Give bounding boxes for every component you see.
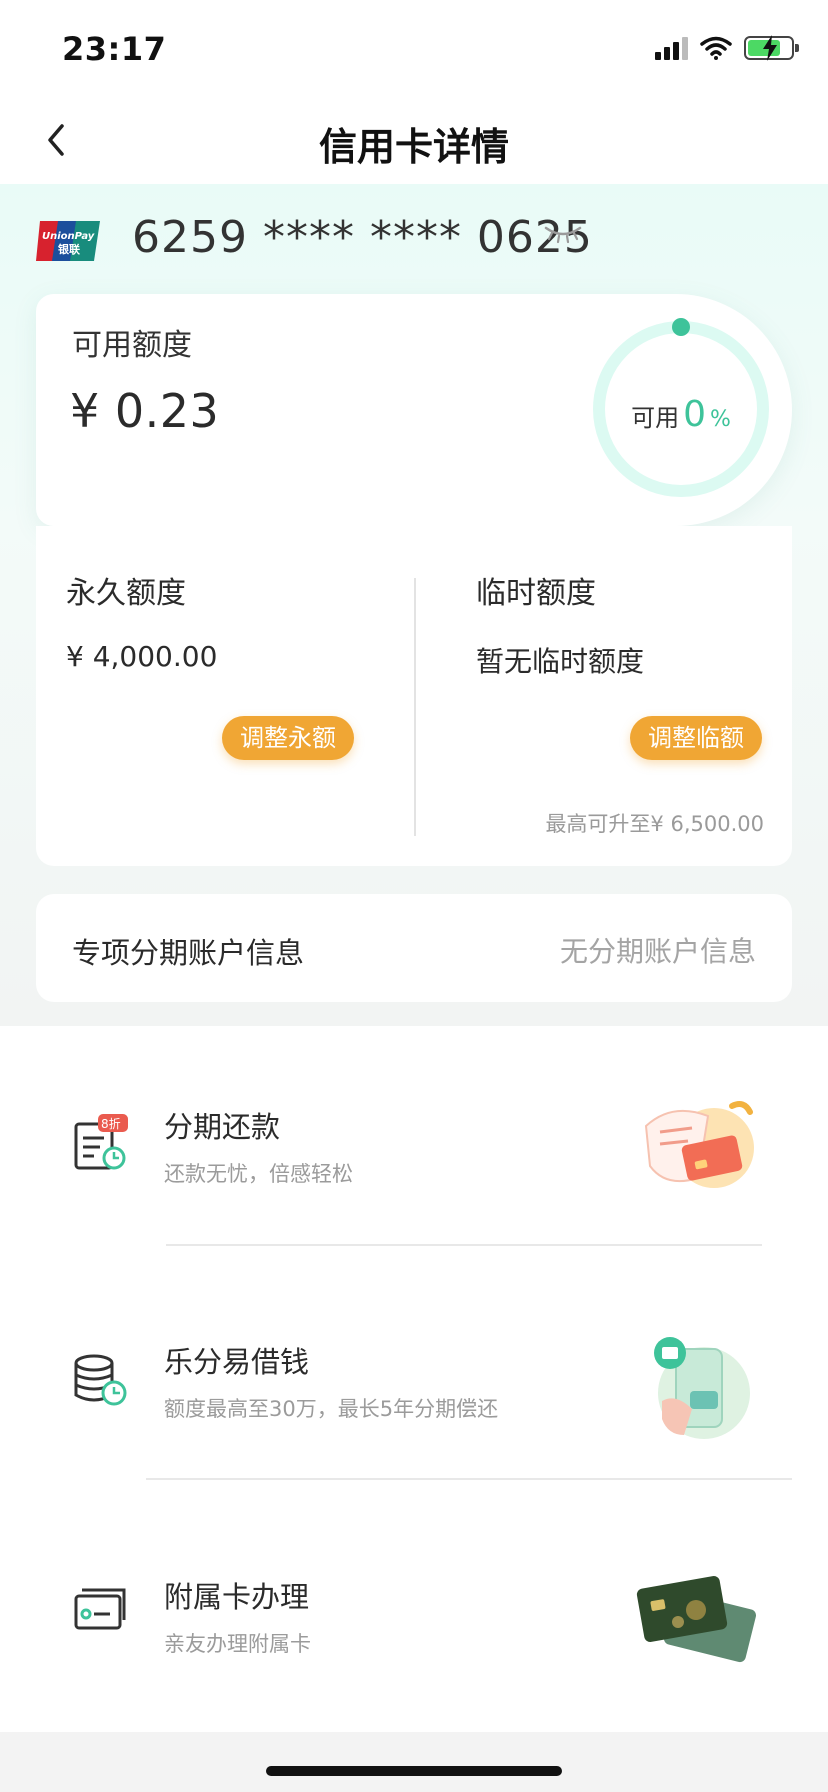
service-title: 乐分易借钱 (164, 1345, 310, 1379)
available-ring: 可用 0% (586, 314, 776, 504)
status-icons (655, 34, 799, 62)
bill-card-illustration (644, 1101, 754, 1188)
temporary-quota-title: 临时额度 (476, 576, 596, 611)
service-subtitle: 还款无忧，倍感轻松 (164, 1162, 353, 1186)
signal-icon (655, 36, 688, 60)
temporary-quota-value: 暂无临时额度 (476, 645, 645, 678)
home-indicator[interactable] (266, 1766, 562, 1776)
permanent-quota-title: 永久额度 (66, 576, 186, 611)
status-time: 23:17 (62, 30, 167, 68)
service-subtitle: 亲友办理附属卡 (164, 1632, 311, 1656)
svg-text:银联: 银联 (58, 242, 80, 256)
list-item-installment-repay[interactable]: 8折 分期还款 还款无忧，倍感轻松 (0, 1026, 828, 1261)
quota-divider (414, 578, 416, 836)
discount-badge: 8折 (101, 1116, 121, 1131)
unionpay-logo: UnionPay 银联 (36, 221, 100, 261)
service-title: 附属卡办理 (164, 1580, 310, 1614)
adjust-temporary-button[interactable]: 调整临额 (630, 716, 762, 760)
list-item-loan[interactable]: 乐分易借钱 额度最高至30万，最长5年分期偿还 (0, 1261, 828, 1496)
ring-progress-dot (672, 318, 690, 336)
quota-card: 永久额度 ¥ 4,000.00 调整永额 临时额度 暂无临时额度 调整临额 最高… (36, 526, 792, 866)
wifi-icon (700, 36, 732, 60)
coin-stack-icon (74, 1354, 127, 1406)
phone-loan-illustration (654, 1337, 750, 1439)
card-icon (74, 1588, 126, 1630)
home-area (0, 1732, 828, 1792)
eye-closed-icon[interactable] (544, 224, 582, 246)
ring-percent: 0 (683, 394, 706, 435)
page-title: 信用卡详情 (318, 125, 509, 169)
available-credit-card: 可用额度 ¥ 0.23 可用 0% (36, 294, 792, 526)
service-title: 分期还款 (164, 1110, 281, 1144)
battery-icon (744, 35, 799, 61)
list-item-supplementary-card[interactable]: 附属卡办理 亲友办理附属卡 (0, 1496, 828, 1742)
nav-bar: 信用卡详情 (0, 96, 828, 184)
adjust-permanent-button[interactable]: 调整永额 (222, 716, 354, 760)
card-brand-row: UnionPay 银联 (34, 216, 102, 266)
divider (166, 1244, 762, 1246)
permanent-quota-value: ¥ 4,000.00 (66, 640, 218, 673)
credit-section: UnionPay 银联 6259 **** **** 0625 可用额度 ¥ 0… (0, 184, 828, 1026)
ring-text: 可用 0% (586, 394, 776, 435)
installment-account-row[interactable]: 专项分期账户信息 无分期账户信息 (36, 894, 792, 1002)
status-bar: 23:17 (0, 0, 828, 96)
installment-doc-icon: 8折 (74, 1114, 128, 1170)
ring-percent-sign: % (710, 407, 731, 432)
card-number: 6259 **** **** 0625 (132, 212, 593, 263)
ring-label: 可用 (631, 404, 680, 432)
installment-account-label: 专项分期账户信息 (72, 936, 305, 970)
installment-account-value: 无分期账户信息 (559, 935, 756, 968)
svg-text:UnionPay: UnionPay (42, 231, 95, 242)
divider (146, 1478, 792, 1480)
cards-illustration (636, 1576, 757, 1663)
service-subtitle: 额度最高至30万，最长5年分期偿还 (164, 1397, 499, 1421)
available-credit-amount: ¥ 0.23 (70, 384, 220, 438)
available-credit-label: 可用额度 (72, 328, 192, 363)
service-list: 8折 分期还款 还款无忧，倍感轻松 乐分易借钱 额度最高至30万，最长5年分期偿… (0, 1026, 828, 1742)
temporary-max-note: 最高可升至¥ 6,500.00 (545, 812, 764, 836)
